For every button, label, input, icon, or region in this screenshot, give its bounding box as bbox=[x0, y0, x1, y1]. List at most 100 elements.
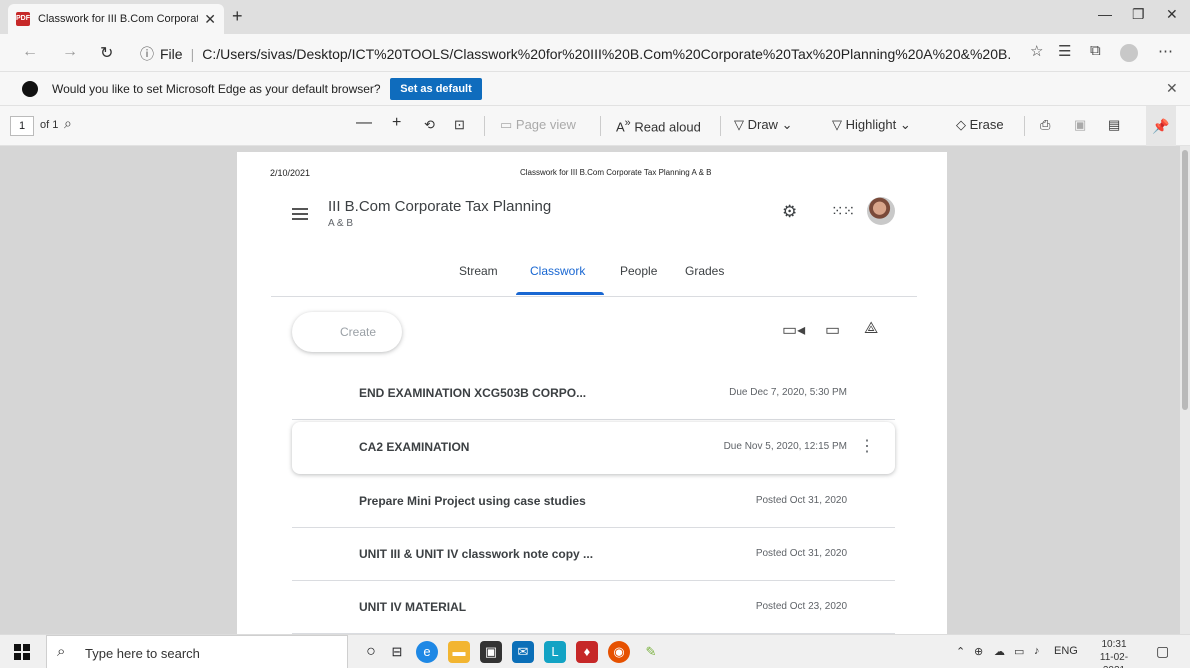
volume-icon[interactable]: ♪ bbox=[1034, 645, 1040, 657]
print-date: 2/10/2021 bbox=[270, 168, 311, 178]
show-hidden-icons-icon[interactable]: ⌃ bbox=[956, 645, 965, 658]
more-vert-icon: ⋮ bbox=[859, 438, 875, 455]
taskbar: ⌕ Type here to search ○ ⊟ e ▬ ▣ ✉ L ♦ ◉ … bbox=[0, 634, 1190, 668]
favorite-star-icon[interactable]: ☆ bbox=[1030, 42, 1043, 60]
chrome-icon[interactable]: ◉ bbox=[608, 641, 630, 663]
item-title: UNIT III & UNIT IV classwork note copy .… bbox=[359, 547, 594, 561]
save-as-icon[interactable]: ▤ bbox=[1108, 117, 1120, 133]
set-default-button[interactable]: Set as default bbox=[390, 78, 482, 100]
page-count: of 1 bbox=[40, 119, 59, 131]
pin-toolbar-icon[interactable]: 📌 bbox=[1146, 106, 1176, 146]
new-tab-icon[interactable]: + bbox=[232, 6, 243, 27]
mail-icon[interactable]: ✉ bbox=[512, 641, 534, 663]
class-tabs: Stream Classwork People Grades bbox=[237, 258, 947, 298]
draw-label: Draw bbox=[747, 117, 778, 132]
divider bbox=[720, 116, 721, 136]
divider bbox=[600, 116, 601, 136]
file-explorer-icon[interactable]: ▬ bbox=[448, 641, 470, 663]
battery-icon[interactable]: ▭ bbox=[1014, 645, 1024, 658]
draw-button[interactable]: ▽ Draw ⌄ bbox=[734, 117, 792, 133]
search-icon[interactable]: ⌕ bbox=[64, 115, 72, 132]
store-icon[interactable]: ▣ bbox=[480, 641, 502, 663]
notification-text: Would you like to set Microsoft Edge as … bbox=[52, 82, 381, 96]
antivirus-icon[interactable]: ♦ bbox=[576, 641, 598, 663]
item-title: Prepare Mini Project using case studies bbox=[359, 494, 586, 508]
cortana-icon[interactable]: ○ bbox=[360, 641, 382, 663]
highlight-label: Highlight bbox=[845, 117, 897, 132]
erase-label: Erase bbox=[969, 117, 1004, 132]
minimize-icon[interactable]: — bbox=[1098, 6, 1112, 22]
page-view-button[interactable]: ▭ Page view bbox=[500, 117, 576, 133]
item-due-date: Due Dec 7, 2020, 5:30 PM bbox=[729, 387, 847, 398]
divider bbox=[1024, 116, 1025, 136]
save-icon[interactable]: ▣ bbox=[1074, 117, 1086, 133]
restore-icon[interactable]: ❐ bbox=[1132, 6, 1145, 23]
apps-grid-icon: ⁙⁙ bbox=[831, 203, 855, 220]
favorites-icon[interactable]: ☰ bbox=[1058, 42, 1071, 60]
back-icon[interactable]: ← bbox=[22, 43, 38, 61]
pdf-icon: PDF bbox=[16, 12, 30, 26]
list-item: UNIT III & UNIT IV classwork note copy .… bbox=[292, 529, 895, 581]
highlight-button[interactable]: ▽ Highlight ⌄ bbox=[832, 117, 911, 133]
vertical-scrollbar[interactable] bbox=[1180, 146, 1190, 634]
tab-people: People bbox=[620, 264, 658, 278]
browser-tab[interactable]: PDF Classwork for III B.Com Corporat ✕ bbox=[8, 4, 224, 34]
item-due-date: Due Nov 5, 2020, 12:15 PM bbox=[723, 441, 847, 452]
pdf-page: 2/10/2021 Classwork for III B.Com Corpor… bbox=[237, 152, 947, 634]
zoom-out-icon[interactable]: — bbox=[356, 114, 372, 132]
list-item: CA2 EXAMINATION Due Nov 5, 2020, 12:15 P… bbox=[292, 422, 895, 474]
close-tab-icon[interactable]: ✕ bbox=[204, 11, 216, 28]
read-aloud-button[interactable]: A» Read aloud bbox=[616, 117, 701, 134]
collections-icon[interactable]: ⧉ bbox=[1090, 42, 1101, 59]
language-indicator[interactable]: ENG bbox=[1054, 645, 1078, 657]
edge-logo-icon bbox=[22, 81, 38, 97]
more-menu-icon[interactable]: ⋯ bbox=[1158, 42, 1173, 60]
tab-classwork: Classwork bbox=[530, 264, 586, 278]
network-icon[interactable]: ⊕ bbox=[974, 645, 983, 658]
pdf-toolbar: 1 of 1 ⌕ — + ⟲ ⊡ ▭ Page view A» Read alo… bbox=[0, 106, 1190, 146]
item-title: END EXAMINATION XCG503B CORPO... bbox=[359, 386, 587, 400]
tab-grades: Grades bbox=[685, 264, 725, 278]
forward-icon[interactable]: → bbox=[62, 43, 78, 61]
notifications-icon[interactable]: ▢ bbox=[1156, 643, 1169, 660]
clock-date: 11-02-2021 bbox=[1099, 652, 1129, 668]
page-number-input[interactable]: 1 bbox=[10, 116, 34, 136]
calendar-icon: ▭ bbox=[825, 322, 841, 339]
page-view-label: Page view bbox=[515, 117, 576, 132]
item-title: UNIT IV MATERIAL bbox=[359, 600, 467, 614]
tab-title: Classwork for III B.Com Corporat bbox=[38, 13, 199, 25]
rotate-icon[interactable]: ⟲ bbox=[424, 117, 435, 133]
app-l-icon[interactable]: L bbox=[544, 641, 566, 663]
create-button: Create bbox=[292, 312, 402, 352]
taskbar-search-input[interactable]: ⌕ Type here to search bbox=[46, 635, 348, 668]
zoom-in-icon[interactable]: + bbox=[392, 114, 401, 132]
tab-stream: Stream bbox=[459, 264, 498, 278]
item-posted-date: Posted Oct 31, 2020 bbox=[755, 548, 847, 559]
profile-avatar[interactable] bbox=[1120, 44, 1138, 62]
cloud-icon[interactable]: ☁ bbox=[994, 645, 1005, 658]
class-title: III B.Com Corporate Tax Planning bbox=[328, 198, 552, 215]
taskbar-clock[interactable]: 10:31 11-02-2021 bbox=[1090, 638, 1138, 668]
erase-button[interactable]: ◇ Erase bbox=[956, 117, 1004, 133]
windows-start-icon[interactable] bbox=[14, 644, 30, 660]
url-field[interactable]: ⓘ File | C:/Users/sivas/Desktop/ICT%20TOOLS… bbox=[140, 44, 1010, 64]
drive-icon: ⟁ bbox=[864, 320, 879, 337]
divider bbox=[484, 116, 485, 136]
read-aloud-label: Read aloud bbox=[634, 119, 701, 135]
video-camera-icon: ▭◂ bbox=[782, 322, 806, 339]
class-section: A & B bbox=[328, 218, 354, 229]
url-text: C:/Users/sivas/Desktop/ICT%20TOOLS/Class… bbox=[202, 46, 1010, 62]
print-icon[interactable]: ⎙ bbox=[1040, 117, 1050, 133]
browser-tab-strip: PDF Classwork for III B.Com Corporat ✕ +… bbox=[0, 0, 1190, 34]
pdf-viewer: 2/10/2021 Classwork for III B.Com Corpor… bbox=[0, 146, 1190, 634]
task-view-icon[interactable]: ⊟ bbox=[386, 641, 408, 663]
edge-icon[interactable]: e bbox=[416, 641, 438, 663]
divider bbox=[271, 296, 917, 297]
scrollbar-thumb[interactable] bbox=[1182, 150, 1188, 410]
fit-page-icon[interactable]: ⊡ bbox=[454, 117, 465, 133]
close-notification-icon[interactable]: ✕ bbox=[1166, 80, 1178, 97]
avatar bbox=[867, 197, 895, 225]
refresh-icon[interactable]: ↻ bbox=[100, 43, 113, 63]
window-close-icon[interactable]: ✕ bbox=[1166, 6, 1178, 23]
paint-icon[interactable]: ✎ bbox=[640, 641, 662, 663]
